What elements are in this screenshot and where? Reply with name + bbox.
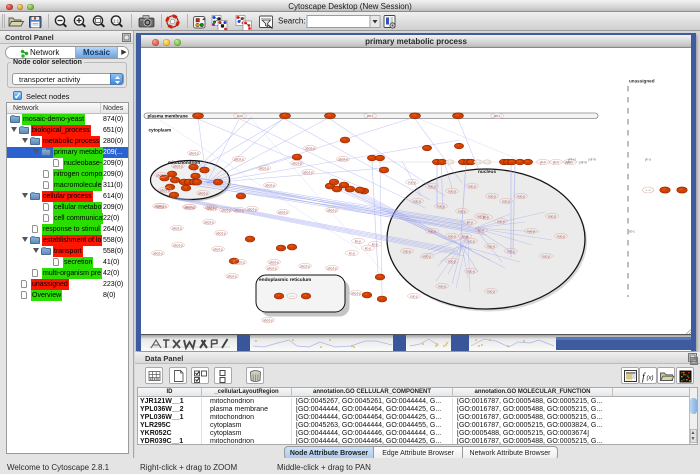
svg-text:abcd-p: abcd-p bbox=[172, 226, 182, 230]
svg-text:abcd-p: abcd-p bbox=[153, 251, 163, 255]
svg-text:nuc-p: nuc-p bbox=[448, 259, 456, 263]
svg-text:abcd-p: abcd-p bbox=[267, 266, 277, 270]
svg-text:abcd-p: abcd-p bbox=[216, 231, 226, 235]
svg-text:abcd-p: abcd-p bbox=[259, 166, 269, 170]
svg-text:kn-p: kn-p bbox=[462, 234, 468, 238]
svg-text:abcd-p: abcd-p bbox=[154, 204, 164, 208]
svg-text:nuc-p: nuc-p bbox=[488, 194, 496, 198]
svg-text:abcd-p: abcd-p bbox=[303, 170, 313, 174]
svg-text:abcd-p: abcd-p bbox=[269, 260, 279, 264]
svg-text:abcd-p: abcd-p bbox=[265, 183, 275, 187]
svg-text:nuc-p: nuc-p bbox=[487, 289, 495, 293]
svg-text:pm-t: pm-t bbox=[367, 114, 373, 118]
svg-text:pl-m: pl-m bbox=[237, 114, 244, 118]
svg-text:cytoplasm: cytoplasm bbox=[149, 127, 172, 132]
svg-text:nuc-p: nuc-p bbox=[428, 229, 436, 233]
svg-text:1:1: 1:1 bbox=[113, 19, 120, 24]
svg-text:nuc-p: nuc-p bbox=[507, 249, 515, 253]
svg-text:abcd-p: abcd-p bbox=[234, 208, 244, 212]
svg-text:abcd-p: abcd-p bbox=[327, 208, 337, 212]
svg-text:kn-p: kn-p bbox=[355, 239, 361, 243]
svg-text:plasma membrane: plasma membrane bbox=[148, 113, 189, 118]
svg-text:abcd-p: abcd-p bbox=[156, 173, 166, 177]
svg-text:n-m: n-m bbox=[289, 294, 295, 298]
svg-text:abcd-p: abcd-p bbox=[305, 146, 315, 150]
svg-text:nuc-p: nuc-p bbox=[548, 214, 556, 218]
svg-text:nuc-p: nuc-p bbox=[497, 219, 505, 223]
svg-text:endoplasmic reticulum: endoplasmic reticulum bbox=[259, 277, 311, 283]
svg-text:n-m: n-m bbox=[645, 188, 651, 192]
svg-text:nuc-p: nuc-p bbox=[527, 229, 535, 233]
svg-text:kn-p: kn-p bbox=[478, 228, 484, 232]
svg-text:abcd-p: abcd-p bbox=[198, 191, 208, 195]
svg-text:nuc-p: nuc-p bbox=[410, 294, 418, 298]
svg-text:abcd-p: abcd-p bbox=[235, 260, 245, 264]
svg-text:kn-p: kn-p bbox=[483, 215, 489, 219]
svg-text:abcd-p: abcd-p bbox=[351, 291, 361, 295]
svg-text:kn-p: kn-p bbox=[365, 246, 371, 250]
svg-text:abcd-p: abcd-p bbox=[189, 151, 199, 155]
svg-text:nuc-p: nuc-p bbox=[437, 204, 445, 208]
svg-text:nuc-p: nuc-p bbox=[448, 234, 456, 238]
svg-text:abcd-p: abcd-p bbox=[221, 208, 231, 212]
svg-text:n-m: n-m bbox=[475, 160, 481, 164]
svg-text:(x): (x) bbox=[647, 376, 654, 382]
svg-text:ylr-a: ylr-a bbox=[645, 157, 651, 161]
svg-text:Search:: Search: bbox=[278, 17, 306, 26]
svg-text:abcd-p: abcd-p bbox=[263, 318, 273, 322]
svg-text:nuc-p: nuc-p bbox=[467, 269, 475, 273]
svg-text:abcd-p: abcd-p bbox=[213, 247, 223, 251]
svg-text:yb-h: yb-h bbox=[553, 160, 559, 164]
svg-text:nuc-p: nuc-p bbox=[502, 199, 510, 203]
svg-text:nuc-p: nuc-p bbox=[438, 284, 446, 288]
svg-text:n-m: n-m bbox=[447, 160, 453, 164]
svg-text:nuc-p: nuc-p bbox=[403, 249, 411, 253]
svg-text:abcd-p: abcd-p bbox=[160, 188, 170, 192]
svg-text:abcd-p: abcd-p bbox=[204, 220, 214, 224]
svg-text:nuc-p: nuc-p bbox=[468, 184, 476, 188]
svg-text:abcd-p: abcd-p bbox=[278, 210, 288, 214]
svg-text:abcd-p: abcd-p bbox=[173, 164, 183, 168]
svg-text:yhl-er: yhl-er bbox=[568, 157, 577, 161]
svg-text:nuc-p: nuc-p bbox=[413, 199, 421, 203]
svg-text:nuc-p: nuc-p bbox=[423, 254, 431, 258]
svg-text:abcd-p: abcd-p bbox=[207, 206, 217, 210]
svg-text:abcd-p: abcd-p bbox=[300, 264, 310, 268]
svg-text:nuc-p: nuc-p bbox=[408, 180, 416, 184]
svg-text:nucleus: nucleus bbox=[478, 169, 496, 175]
svg-text:unassigned: unassigned bbox=[629, 79, 655, 84]
svg-text:nuc-p: nuc-p bbox=[557, 234, 565, 238]
svg-text:abcd-p: abcd-p bbox=[247, 207, 257, 211]
svg-text:nuc-p: nuc-p bbox=[458, 209, 466, 213]
svg-text:nuc-p: nuc-p bbox=[467, 239, 475, 243]
svg-text:ab-c: ab-c bbox=[629, 229, 636, 233]
svg-text:nuc-p: nuc-p bbox=[448, 189, 456, 193]
svg-text:n-m: n-m bbox=[484, 160, 490, 164]
svg-text:abcd-p: abcd-p bbox=[227, 274, 237, 278]
svg-text:kn-p: kn-p bbox=[349, 251, 355, 255]
svg-text:ydr-kl: ydr-kl bbox=[579, 160, 587, 164]
svg-text:abcd-p: abcd-p bbox=[327, 266, 337, 270]
svg-text:nuc-p: nuc-p bbox=[517, 194, 525, 198]
svg-text:abcd-p: abcd-p bbox=[173, 243, 183, 247]
svg-text:abcd-p: abcd-p bbox=[234, 157, 244, 161]
svg-text:nuc-p: nuc-p bbox=[542, 254, 550, 258]
svg-text:nuc-p: nuc-p bbox=[428, 184, 436, 188]
svg-text:ydr-kl: ydr-kl bbox=[588, 157, 596, 161]
svg-text:kn-p: kn-p bbox=[467, 220, 473, 224]
svg-text:mitochondrion: mitochondrion bbox=[168, 160, 200, 165]
svg-text:abcd-p: abcd-p bbox=[338, 157, 348, 161]
svg-text:abcd-p: abcd-p bbox=[292, 161, 302, 165]
svg-text:nuc-p: nuc-p bbox=[487, 244, 495, 248]
svg-text:kn-p: kn-p bbox=[372, 242, 378, 246]
svg-text:pm-r: pm-r bbox=[494, 114, 501, 118]
svg-text:yb-h: yb-h bbox=[540, 160, 546, 164]
svg-text:f: f bbox=[642, 372, 646, 383]
svg-text:abcd-p: abcd-p bbox=[185, 205, 195, 209]
